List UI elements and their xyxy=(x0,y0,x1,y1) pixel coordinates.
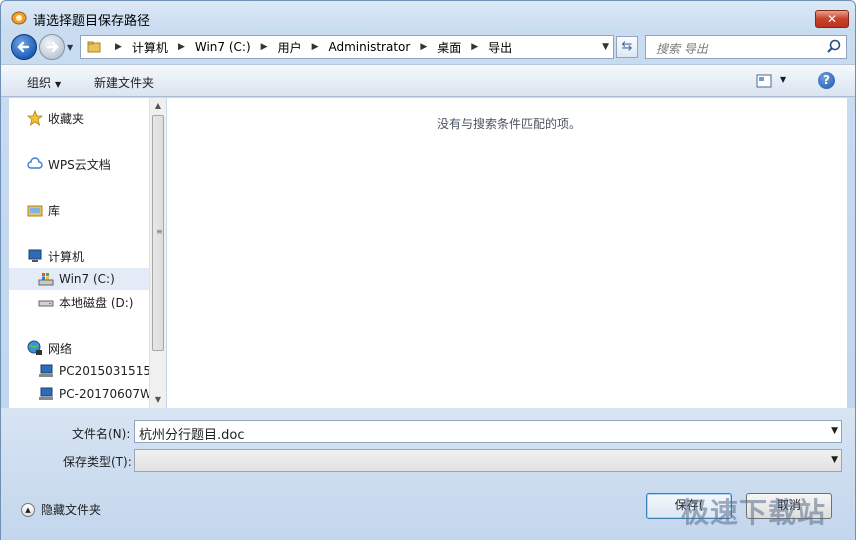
file-list[interactable]: 没有与搜索条件匹配的项。 xyxy=(167,98,847,408)
filename-label: 文件名(N): xyxy=(72,427,131,441)
search-placeholder: 搜索 导出 xyxy=(656,42,708,56)
help-button[interactable]: ? xyxy=(818,72,835,89)
chevron-down-icon: ▼ xyxy=(55,80,62,89)
arrow-left-icon xyxy=(17,41,30,53)
sidebar-item-label: PC2015031515 xyxy=(59,364,149,378)
breadcrumb: ▶ 计算机 ▶ Win7 (C:) ▶ 用户 ▶ Administrator ▶… xyxy=(105,36,512,58)
hide-folders-label: 隐藏文件夹 xyxy=(41,503,102,517)
sidebar-item-label: Win7 (C:) xyxy=(59,272,115,286)
navigation-scrollbar[interactable]: ▲ ≡ ▼ xyxy=(149,98,166,408)
pc-icon xyxy=(39,387,53,400)
title-bar: 请选择题目保存路径 ✕ xyxy=(1,1,855,35)
computer-icon xyxy=(28,249,42,262)
sidebar-item-win7-drive[interactable]: Win7 (C:) xyxy=(9,268,149,290)
breadcrumb-item[interactable]: Administrator xyxy=(329,40,411,54)
sidebar-item-label: PC-20170607W xyxy=(59,387,149,401)
refresh-button[interactable]: ⇆ xyxy=(616,36,638,58)
app-icon xyxy=(11,11,27,25)
sidebar-item-label: 计算机 xyxy=(48,249,85,264)
close-button[interactable]: ✕ xyxy=(815,10,849,28)
search-input[interactable]: 搜索 导出 xyxy=(645,35,847,59)
filename-field[interactable]: 杭州分行题目.doc ▼ xyxy=(134,420,842,443)
back-button[interactable] xyxy=(11,34,37,60)
sidebar-item-pc-1[interactable]: PC2015031515 xyxy=(38,360,149,382)
sidebar-item-library[interactable]: 库 xyxy=(27,199,60,221)
chevron-down-icon[interactable]: ▼ xyxy=(602,42,609,52)
folder-icon xyxy=(87,41,101,53)
chevron-down-icon[interactable]: ▼ xyxy=(831,455,838,465)
sidebar-item-label: 库 xyxy=(48,203,61,218)
navigation-row: ▼ ▶ 计算机 ▶ Win7 (C:) ▶ 用户 ▶ Administrator… xyxy=(1,33,855,63)
close-icon: ✕ xyxy=(826,12,838,26)
sidebar-item-label: WPS云文档 xyxy=(48,157,111,172)
command-toolbar: 组织 ▼ 新建文件夹 ▼ ? xyxy=(1,64,855,97)
breadcrumb-item[interactable]: 桌面 xyxy=(437,39,461,56)
sidebar-item-wps-cloud[interactable]: WPS云文档 xyxy=(27,153,111,175)
scroll-up-icon[interactable]: ▲ xyxy=(150,98,166,114)
sidebar-item-label: 本地磁盘 (D:) xyxy=(59,295,134,310)
sidebar-item-pc-2[interactable]: PC-20170607W xyxy=(38,383,149,405)
sidebar-item-computer[interactable]: 计算机 xyxy=(27,245,84,267)
help-icon: ? xyxy=(823,73,830,87)
chevron-up-icon: ▲ xyxy=(21,502,35,517)
breadcrumb-item[interactable]: 导出 xyxy=(488,39,512,56)
arrow-right-icon xyxy=(46,41,59,53)
search-icon[interactable] xyxy=(826,39,842,55)
scroll-down-icon[interactable]: ▼ xyxy=(150,392,166,408)
view-dropdown-icon[interactable]: ▼ xyxy=(780,75,786,84)
chevron-down-icon[interactable]: ▼ xyxy=(831,426,838,436)
sidebar-item-local-disk-d[interactable]: 本地磁盘 (D:) xyxy=(38,291,133,313)
sidebar-item-network[interactable]: 网络 xyxy=(27,337,72,359)
recent-pages-dropdown[interactable]: ▼ xyxy=(67,43,77,52)
empty-message: 没有与搜索条件匹配的项。 xyxy=(437,117,582,131)
filetype-select[interactable]: ▼ xyxy=(134,449,842,472)
hide-folders-toggle[interactable]: ▲ 隐藏文件夹 xyxy=(21,501,101,518)
filetype-label: 保存类型(T): xyxy=(63,455,132,469)
cloud-icon xyxy=(27,157,43,169)
breadcrumb-item[interactable]: Win7 (C:) xyxy=(195,40,251,54)
breadcrumb-arrow-icon[interactable]: ▶ xyxy=(178,42,185,52)
window-title: 请选择题目保存路径 xyxy=(33,14,151,29)
organize-button[interactable]: 组织 ▼ xyxy=(27,74,61,91)
organize-label: 组织 xyxy=(27,76,52,90)
drive-icon xyxy=(38,273,54,286)
breadcrumb-arrow-icon[interactable]: ▶ xyxy=(115,42,122,52)
filename-value: 杭州分行题目.doc xyxy=(139,428,245,443)
pc-icon xyxy=(39,364,53,377)
forward-button[interactable] xyxy=(39,34,65,60)
sidebar-item-favorites[interactable]: 收藏夹 xyxy=(27,107,84,129)
breadcrumb-item[interactable]: 用户 xyxy=(278,39,302,56)
save-dialog: 请选择题目保存路径 ✕ ▼ ▶ 计算机 ▶ Win7 (C:) ▶ 用户 ▶ A… xyxy=(0,0,856,540)
sidebar-item-label: 收藏夹 xyxy=(48,111,85,126)
address-bar[interactable]: ▶ 计算机 ▶ Win7 (C:) ▶ 用户 ▶ Administrator ▶… xyxy=(80,35,614,59)
view-options-icon[interactable] xyxy=(756,74,772,88)
sidebar-item-label: 网络 xyxy=(48,341,73,356)
breadcrumb-arrow-icon[interactable]: ▶ xyxy=(420,42,427,52)
breadcrumb-arrow-icon[interactable]: ▶ xyxy=(312,42,319,52)
scrollbar-thumb[interactable]: ≡ xyxy=(152,115,164,351)
network-icon xyxy=(27,340,42,355)
breadcrumb-arrow-icon[interactable]: ▶ xyxy=(471,42,478,52)
library-icon xyxy=(27,205,43,217)
breadcrumb-item[interactable]: 计算机 xyxy=(132,39,168,56)
navigation-pane: 收藏夹 WPS云文档 库 计算机 Win7 (C:) 本地磁盘 (D:) 网络 … xyxy=(9,98,149,408)
star-icon xyxy=(27,110,43,126)
breadcrumb-arrow-icon[interactable]: ▶ xyxy=(261,42,268,52)
refresh-icon: ⇆ xyxy=(621,39,633,54)
new-folder-button[interactable]: 新建文件夹 xyxy=(94,74,154,91)
disk-icon xyxy=(38,300,54,307)
watermark: 极速下载站 xyxy=(681,496,827,529)
grip-icon: ≡ xyxy=(156,227,163,236)
